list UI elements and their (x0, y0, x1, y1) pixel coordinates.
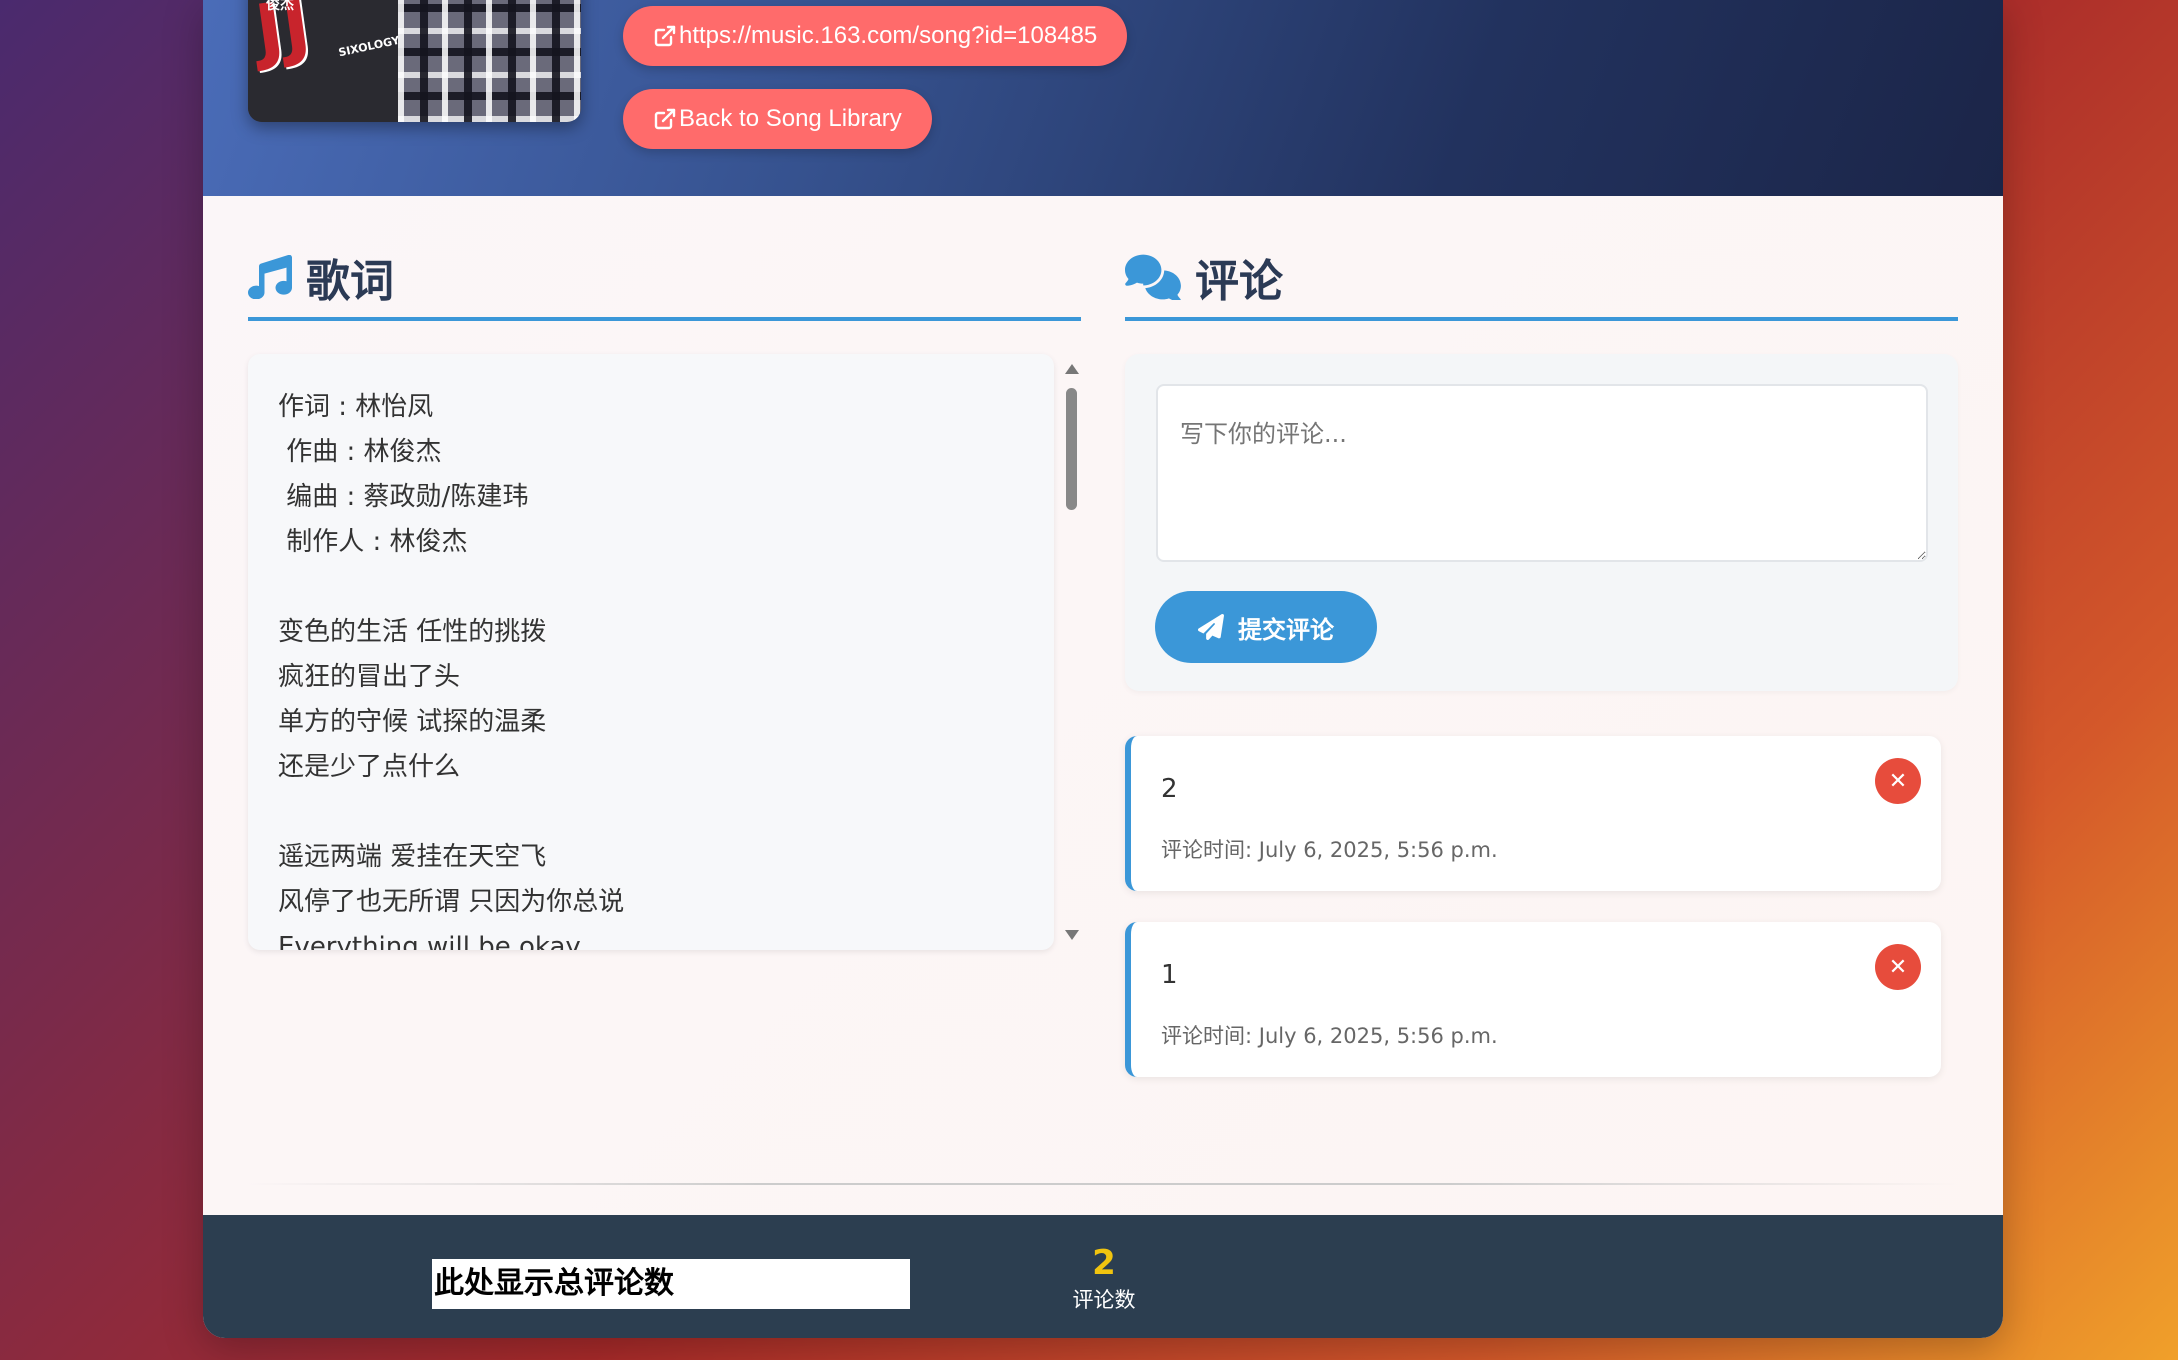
scroll-down-arrow-icon[interactable] (1065, 930, 1079, 940)
song-source-link[interactable]: https://music.163.com/song?id=108485 (623, 6, 1128, 66)
comment-content: 1 (1161, 960, 1178, 990)
comment-count-value: 2 (1092, 1243, 1116, 1283)
album-cover-badge: 俊杰 (266, 0, 294, 13)
comment-input[interactable] (1156, 384, 1928, 562)
song-header: JJ 俊杰 SIXOLOGY https://music.163.com/son… (203, 0, 2003, 196)
stats-footer: 此处显示总评论数 2 评论数 (203, 1215, 2003, 1338)
scroll-up-arrow-icon[interactable] (1065, 364, 1079, 374)
lyrics-text: 作词 : 林怡凤 作曲 : 林俊杰 编曲 : 蔡政勋/陈建玮 制作人 : 林俊杰… (278, 392, 625, 950)
delete-comment-button[interactable]: ✕ (1875, 944, 1921, 990)
lyrics-heading: 歌词 (248, 245, 394, 309)
comments-divider (1125, 317, 1958, 321)
lyrics-divider (248, 317, 1081, 321)
comment-count-stat: 2 评论数 (1033, 1243, 1175, 1315)
back-to-library-label: Back to Song Library (679, 105, 902, 132)
comment-content: 2 (1161, 774, 1178, 804)
back-to-library-button[interactable]: Back to Song Library (623, 89, 932, 149)
external-link-icon (654, 108, 676, 130)
submit-comment-button[interactable]: 提交评论 (1155, 591, 1377, 663)
close-icon: ✕ (1888, 768, 1908, 794)
comment-timestamp: 评论时间: July 6, 2025, 5:56 p.m. (1161, 1024, 1498, 1048)
scroll-thumb[interactable] (1066, 388, 1077, 510)
comment-item: 1 评论时间: July 6, 2025, 5:56 p.m. ✕ (1125, 922, 1941, 1077)
close-icon: ✕ (1888, 954, 1908, 980)
paper-plane-icon (1198, 614, 1224, 640)
comments-title: 评论 (1195, 256, 1283, 307)
album-cover: JJ 俊杰 SIXOLOGY (248, 0, 581, 122)
lyrics-title: 歌词 (306, 256, 394, 307)
comment-timestamp: 评论时间: July 6, 2025, 5:56 p.m. (1161, 838, 1498, 862)
comments-heading: 评论 (1125, 245, 1283, 309)
music-note-icon (248, 255, 292, 299)
submit-comment-label: 提交评论 (1238, 616, 1334, 644)
song-detail-card: JJ 俊杰 SIXOLOGY https://music.163.com/son… (203, 0, 2003, 1338)
song-source-link-label: https://music.163.com/song?id=108485 (679, 22, 1098, 49)
footer-divider (248, 1183, 1958, 1185)
comment-form: 提交评论 (1125, 354, 1958, 691)
lyrics-scrollbar[interactable] (1060, 354, 1082, 950)
comments-icon (1125, 254, 1181, 300)
total-comments-placeholder: 此处显示总评论数 (432, 1259, 910, 1309)
comment-count-label: 评论数 (1072, 1288, 1136, 1312)
comment-item: 2 评论时间: July 6, 2025, 5:56 p.m. ✕ (1125, 736, 1941, 891)
lyrics-panel[interactable]: 作词 : 林怡凤 作曲 : 林俊杰 编曲 : 蔡政勋/陈建玮 制作人 : 林俊杰… (248, 354, 1054, 950)
delete-comment-button[interactable]: ✕ (1875, 758, 1921, 804)
external-link-icon (654, 25, 676, 47)
